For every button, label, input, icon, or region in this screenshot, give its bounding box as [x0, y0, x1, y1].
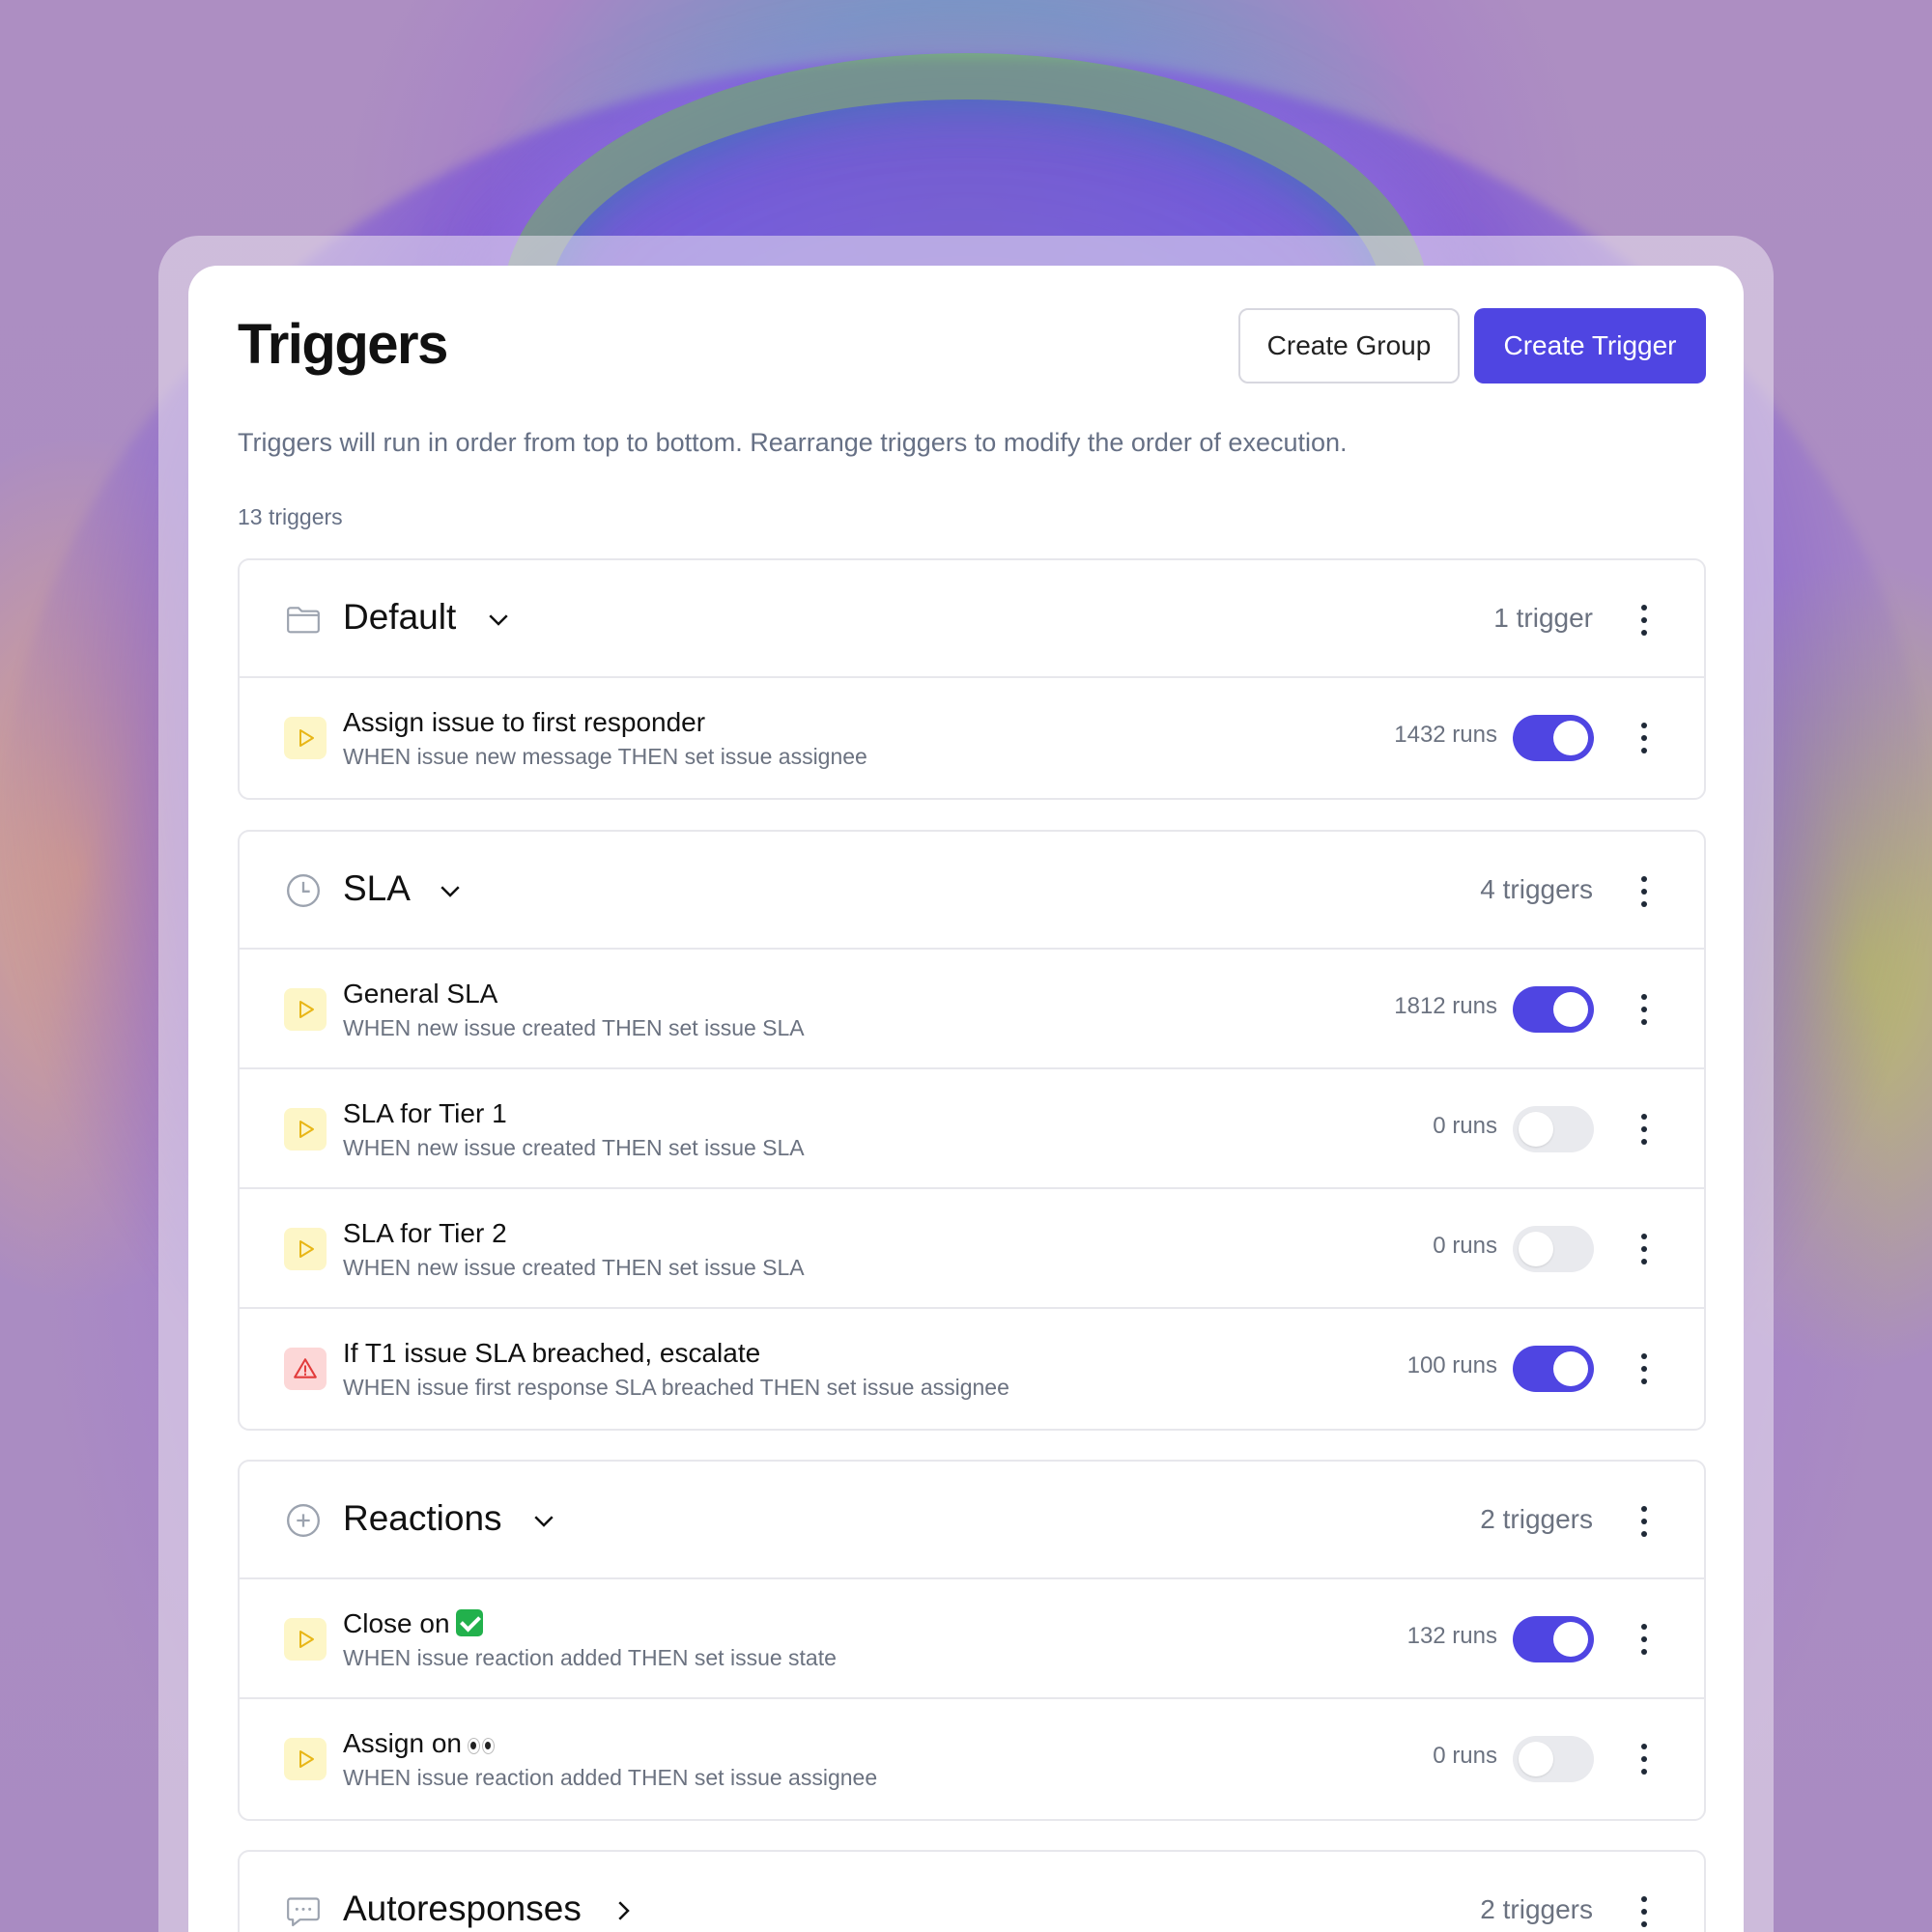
- group-name: Autoresponses: [343, 1889, 638, 1929]
- group-name: Reactions: [343, 1498, 558, 1539]
- trigger-toggle[interactable]: [1513, 986, 1594, 1033]
- group-trigger-count: 4 triggers: [1480, 874, 1593, 904]
- trigger-title: Assign issue to first responder: [343, 707, 706, 737]
- trigger-title-text: Assign on: [343, 1728, 462, 1758]
- create-group-button[interactable]: Create Group: [1238, 308, 1460, 384]
- group-header[interactable]: Default 1 trigger: [240, 560, 1704, 678]
- trigger-toggle[interactable]: [1513, 1616, 1594, 1662]
- folder-icon: [287, 607, 320, 634]
- group-header[interactable]: Autoresponses 2 triggers: [240, 1852, 1704, 1932]
- trigger-toggle[interactable]: [1513, 1346, 1594, 1392]
- group-header[interactable]: Reactions 2 triggers: [240, 1462, 1704, 1579]
- page-description: Triggers will run in order from top to b…: [238, 428, 1348, 457]
- trigger-subtitle: WHEN issue first response SLA breached T…: [343, 1375, 1009, 1400]
- trigger-more-menu-icon[interactable]: [1638, 723, 1650, 753]
- play-icon: [284, 1228, 327, 1270]
- group-trigger-count: 2 triggers: [1480, 1504, 1593, 1534]
- trigger-row[interactable]: If T1 issue SLA breached, escalate WHEN …: [240, 1309, 1704, 1429]
- trigger-runs: 100 runs: [1406, 1352, 1497, 1378]
- group-name-text: Reactions: [343, 1498, 502, 1538]
- trigger-group-reactions: Reactions 2 triggers Close on WHEN issue…: [238, 1460, 1706, 1821]
- play-icon: [284, 988, 327, 1031]
- chevron-down-icon[interactable]: [484, 605, 513, 634]
- play-icon: [284, 1108, 327, 1151]
- warning-icon: [284, 1348, 327, 1390]
- trigger-row[interactable]: General SLA WHEN new issue created THEN …: [240, 950, 1704, 1069]
- trigger-group-sla: SLA 4 triggers General SLA WHEN new issu…: [238, 830, 1706, 1431]
- trigger-row[interactable]: Close on WHEN issue reaction added THEN …: [240, 1579, 1704, 1699]
- trigger-row[interactable]: Assign issue to first responder WHEN iss…: [240, 678, 1704, 798]
- page-title: Triggers: [238, 313, 448, 376]
- trigger-more-menu-icon[interactable]: [1638, 1114, 1650, 1145]
- trigger-subtitle: WHEN new issue created THEN set issue SL…: [343, 1135, 805, 1160]
- group-trigger-count: 1 trigger: [1493, 603, 1593, 633]
- trigger-title: If T1 issue SLA breached, escalate: [343, 1338, 761, 1368]
- trigger-title-text: Close on: [343, 1608, 450, 1638]
- trigger-count: 13 triggers: [238, 504, 343, 529]
- trigger-subtitle: WHEN issue new message THEN set issue as…: [343, 744, 867, 769]
- trigger-runs: 1432 runs: [1394, 722, 1497, 748]
- trigger-title: Close on: [343, 1608, 483, 1639]
- trigger-runs: 1812 runs: [1394, 993, 1497, 1019]
- trigger-row[interactable]: SLA for Tier 1 WHEN new issue created TH…: [240, 1069, 1704, 1189]
- trigger-subtitle: WHEN issue reaction added THEN set issue…: [343, 1765, 878, 1790]
- create-trigger-button[interactable]: Create Trigger: [1474, 308, 1706, 384]
- chevron-down-icon[interactable]: [529, 1506, 558, 1535]
- trigger-more-menu-icon[interactable]: [1638, 1624, 1650, 1655]
- triggers-card: Triggers Create Group Create Trigger Tri…: [188, 266, 1744, 1932]
- group-name-text: Autoresponses: [343, 1889, 582, 1928]
- group-more-menu-icon[interactable]: [1638, 1896, 1650, 1927]
- trigger-subtitle: WHEN new issue created THEN set issue SL…: [343, 1015, 805, 1040]
- trigger-more-menu-icon[interactable]: [1638, 1744, 1650, 1775]
- group-name-text: SLA: [343, 868, 409, 908]
- trigger-row[interactable]: SLA for Tier 2 WHEN new issue created TH…: [240, 1189, 1704, 1309]
- eyes-emoji: [467, 1730, 497, 1761]
- trigger-subtitle: WHEN new issue created THEN set issue SL…: [343, 1255, 805, 1280]
- chevron-right-icon[interactable]: [609, 1896, 638, 1925]
- group-more-menu-icon[interactable]: [1638, 876, 1650, 907]
- group-more-menu-icon[interactable]: [1638, 605, 1650, 636]
- play-icon: [284, 717, 327, 759]
- page-header: Triggers Create Group Create Trigger: [238, 308, 1710, 384]
- trigger-runs: 132 runs: [1406, 1623, 1497, 1649]
- group-name: Default: [343, 597, 513, 638]
- group-trigger-count: 2 triggers: [1480, 1894, 1593, 1924]
- trigger-group-default: Default 1 trigger Assign issue to first …: [238, 558, 1706, 800]
- play-icon: [284, 1618, 327, 1661]
- trigger-title: General SLA: [343, 979, 498, 1009]
- trigger-more-menu-icon[interactable]: [1638, 1353, 1650, 1384]
- trigger-more-menu-icon[interactable]: [1638, 1234, 1650, 1264]
- trigger-runs: 0 runs: [1433, 1113, 1497, 1139]
- trigger-title: SLA for Tier 2: [343, 1218, 507, 1248]
- trigger-toggle[interactable]: [1513, 715, 1594, 761]
- group-more-menu-icon[interactable]: [1638, 1506, 1650, 1537]
- trigger-runs: 0 runs: [1433, 1743, 1497, 1769]
- trigger-title: Assign on: [343, 1728, 497, 1761]
- group-header[interactable]: SLA 4 triggers: [240, 832, 1704, 950]
- trigger-subtitle: WHEN issue reaction added THEN set issue…: [343, 1645, 837, 1670]
- trigger-toggle[interactable]: [1513, 1736, 1594, 1782]
- group-name-text: Default: [343, 597, 457, 637]
- chevron-down-icon[interactable]: [436, 876, 465, 905]
- plus-circle-icon: [287, 1504, 320, 1537]
- trigger-toggle[interactable]: [1513, 1106, 1594, 1152]
- trigger-row[interactable]: Assign on WHEN issue reaction added THEN…: [240, 1699, 1704, 1819]
- trigger-toggle[interactable]: [1513, 1226, 1594, 1272]
- trigger-group-autoresponses: Autoresponses 2 triggers: [238, 1850, 1706, 1932]
- trigger-runs: 0 runs: [1433, 1233, 1497, 1259]
- clock-icon: [287, 874, 320, 907]
- chat-bubble-icon: [287, 1897, 320, 1927]
- trigger-more-menu-icon[interactable]: [1638, 994, 1650, 1025]
- group-name: SLA: [343, 868, 465, 909]
- play-icon: [284, 1738, 327, 1780]
- trigger-title: SLA for Tier 1: [343, 1098, 507, 1128]
- check-mark-emoji: [455, 1609, 483, 1636]
